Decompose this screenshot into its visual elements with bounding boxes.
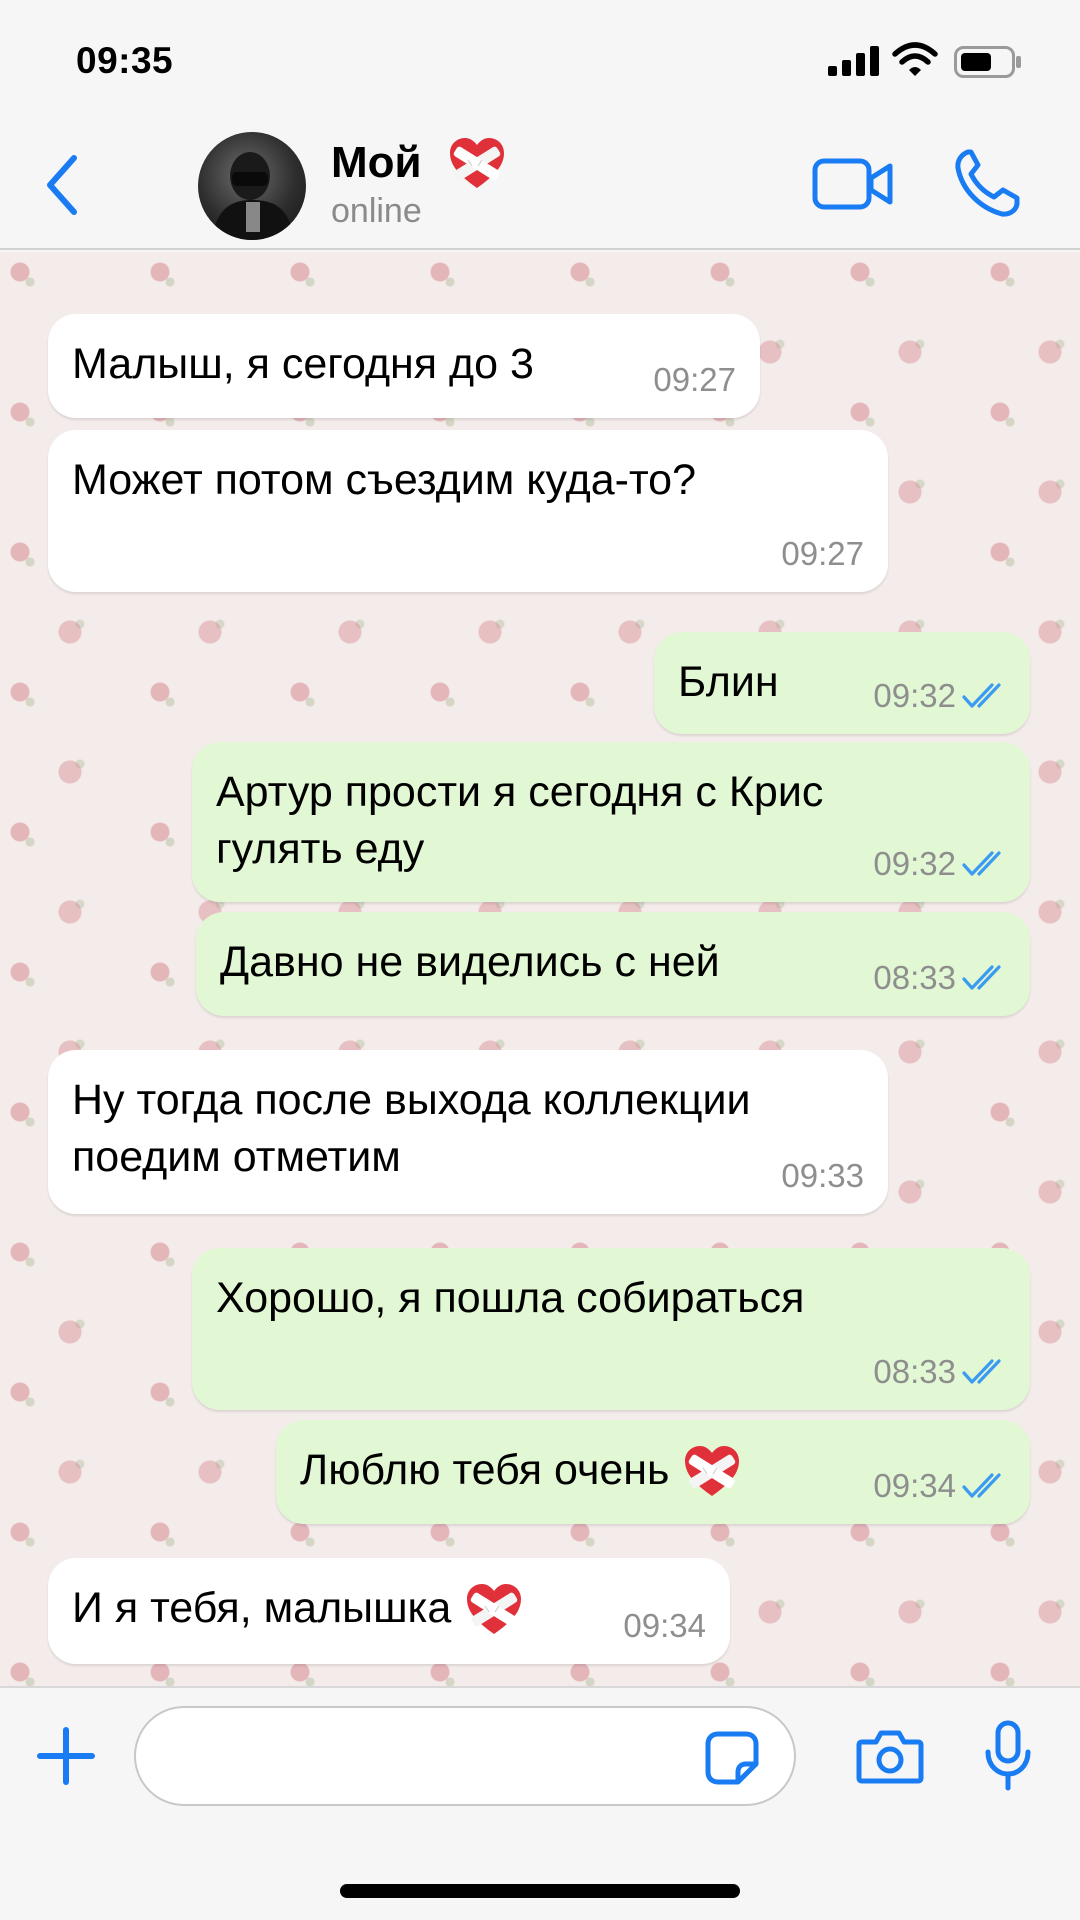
status-time: 09:35 xyxy=(76,40,174,81)
read-receipt-icon xyxy=(962,963,1012,993)
message-time: 09:34 xyxy=(623,1607,706,1644)
message-time: 08:33 xyxy=(873,959,956,996)
phone-icon[interactable] xyxy=(954,148,1020,218)
message-meta: 09:27 xyxy=(653,351,736,408)
home-indicator xyxy=(340,1884,740,1898)
camera-icon[interactable] xyxy=(856,1728,924,1784)
read-receipt-icon xyxy=(962,849,1012,879)
message-meta: 08:33 xyxy=(873,949,1012,1006)
mending-heart-emoji xyxy=(683,1444,741,1498)
chat-header: Мой online xyxy=(0,120,1080,250)
cellular-signal-icon xyxy=(828,46,879,76)
read-receipt-icon xyxy=(962,1357,1012,1387)
outgoing-message[interactable]: Давно не виделись с ней 08:33 xyxy=(196,912,1030,1016)
wifi-icon xyxy=(892,42,938,76)
message-time: 09:34 xyxy=(873,1467,956,1504)
avatar-photo xyxy=(212,152,294,240)
message-meta: 09:34 xyxy=(873,1457,1012,1514)
message-text: Люблю тебя очень xyxy=(300,1442,741,1499)
message-text: Давно не виделись с ней xyxy=(220,938,720,986)
message-text: Ну тогда после выхода коллекции поедим о… xyxy=(72,1072,751,1186)
composer-bar xyxy=(0,1686,1080,1920)
incoming-message[interactable]: Может потом съездим куда-то? 09:27 xyxy=(48,430,888,592)
message-text: Артур прости я сегодня с Крис гулять еду xyxy=(216,764,823,878)
status-bar: 09:35 xyxy=(0,0,1080,120)
sticker-icon[interactable] xyxy=(704,1730,760,1786)
read-receipt-icon xyxy=(962,1471,1012,1501)
read-receipt-icon xyxy=(962,681,1012,711)
outgoing-message[interactable]: Хорошо, я пошла собираться 08:33 xyxy=(192,1248,1030,1410)
message-line: гулять еду xyxy=(216,825,425,873)
message-time: 08:33 xyxy=(873,1353,956,1390)
message-text-content: И я тебя, малышка xyxy=(72,1584,452,1632)
message-text: Малыш, я сегодня до 3 xyxy=(72,340,534,388)
contact-avatar[interactable] xyxy=(198,132,306,240)
incoming-message[interactable]: Ну тогда после выхода коллекции поедим о… xyxy=(48,1050,888,1214)
message-input[interactable] xyxy=(134,1706,796,1806)
outgoing-message[interactable]: Артур прости я сегодня с Крис гулять еду… xyxy=(192,742,1030,902)
message-meta: 09:34 xyxy=(623,1597,706,1654)
microphone-icon[interactable] xyxy=(984,1720,1032,1792)
contact-name-text: Мой xyxy=(331,138,422,187)
incoming-message[interactable]: Малыш, я сегодня до 3 09:27 xyxy=(48,314,760,418)
message-meta: 09:33 xyxy=(781,1147,864,1204)
message-text: И я тебя, малышка xyxy=(72,1580,523,1637)
message-meta: 08:33 xyxy=(873,1343,1012,1400)
mending-heart-emoji xyxy=(448,136,506,190)
message-meta: 09:32 xyxy=(873,835,1012,892)
message-line: Артур прости я сегодня с Крис xyxy=(216,768,824,816)
message-text: Может потом съездим куда-то? xyxy=(72,456,696,504)
message-time: 09:27 xyxy=(781,535,864,572)
message-list[interactable]: Малыш, я сегодня до 3 09:27 Может потом … xyxy=(0,252,1080,1686)
contact-status: online xyxy=(331,192,422,230)
message-line: Ну тогда после выхода коллекции xyxy=(72,1076,751,1124)
message-text-content: Люблю тебя очень xyxy=(300,1446,670,1494)
mending-heart-emoji xyxy=(465,1582,523,1636)
message-time: 09:33 xyxy=(781,1157,864,1194)
message-meta: 09:27 xyxy=(781,525,864,582)
back-chevron-icon[interactable] xyxy=(40,150,84,220)
video-call-icon[interactable] xyxy=(812,156,894,212)
message-time: 09:27 xyxy=(653,361,736,398)
contact-name[interactable]: Мой xyxy=(331,136,506,190)
incoming-message[interactable]: И я тебя, малышка 09:34 xyxy=(48,1558,730,1664)
message-time: 09:32 xyxy=(873,677,956,714)
outgoing-message[interactable]: Люблю тебя очень 09:34 xyxy=(276,1420,1030,1524)
message-time: 09:32 xyxy=(873,845,956,882)
outgoing-message[interactable]: Блин 09:32 xyxy=(654,632,1030,734)
battery-icon xyxy=(954,46,1021,78)
message-text: Хорошо, я пошла собираться xyxy=(216,1274,805,1322)
plus-icon[interactable] xyxy=(36,1726,96,1786)
message-text: Блин xyxy=(678,658,779,706)
message-line: поедим отметим xyxy=(72,1133,401,1181)
message-meta: 09:32 xyxy=(873,667,1012,724)
